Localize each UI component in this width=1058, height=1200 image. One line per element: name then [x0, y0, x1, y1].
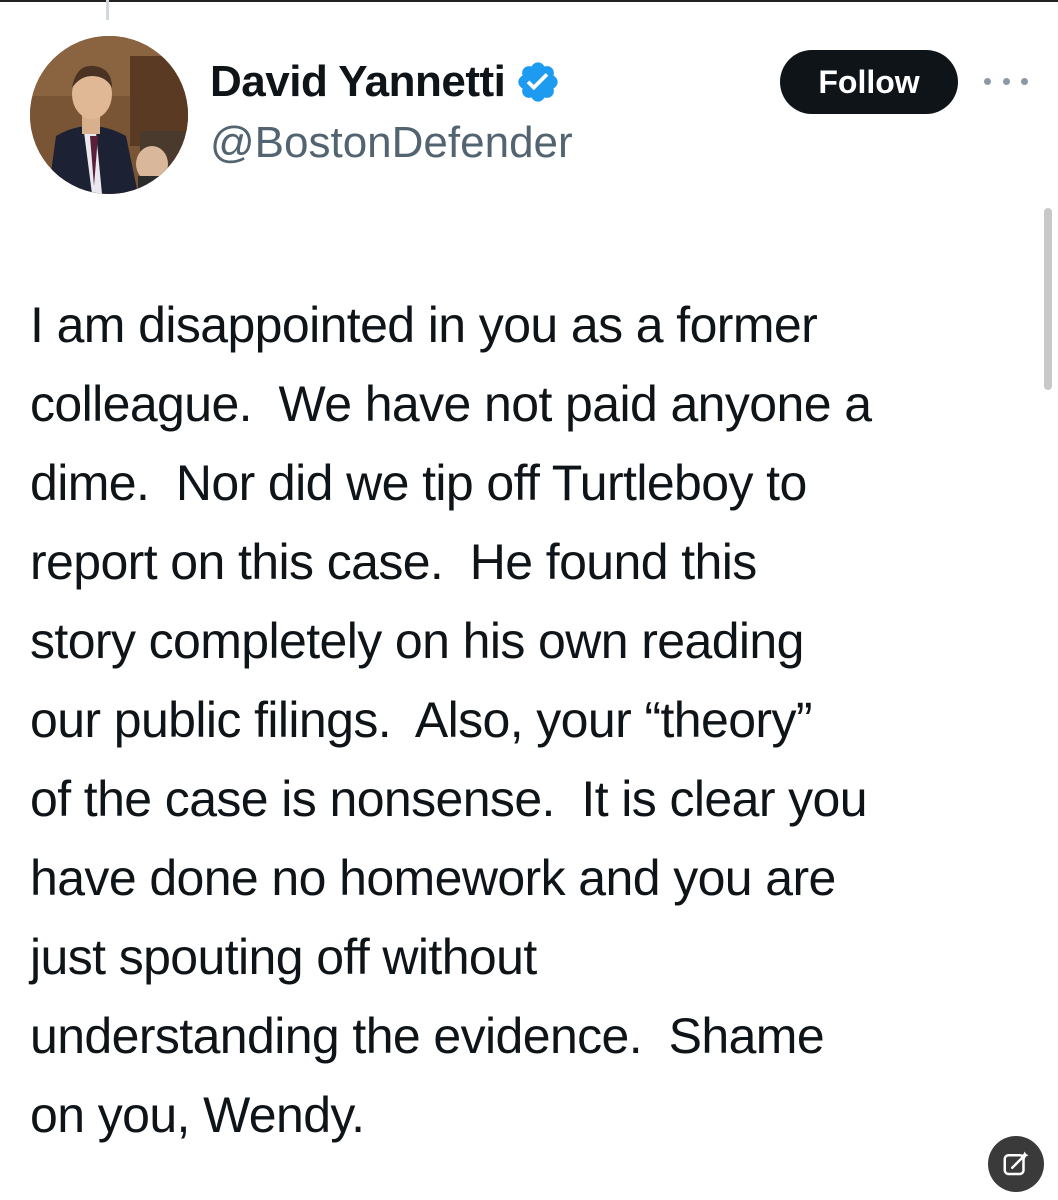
follow-button[interactable]: Follow	[780, 50, 958, 114]
verified-badge-icon[interactable]	[515, 59, 561, 105]
scrollbar-thumb[interactable]	[1044, 208, 1052, 390]
author-display-name[interactable]: David Yannetti	[210, 57, 506, 107]
tweet-text: I am disappointed in you as a former col…	[30, 297, 872, 1143]
more-dot	[1002, 77, 1010, 85]
more-options-icon[interactable]	[984, 66, 1028, 96]
thread-connector-line	[106, 0, 109, 20]
author-handle[interactable]: @BostonDefender	[210, 118, 573, 168]
more-dot	[984, 77, 991, 85]
top-divider	[0, 0, 1058, 2]
edit-sparkle-icon	[1003, 1151, 1029, 1176]
grok-edit-icon[interactable]	[988, 1136, 1044, 1192]
avatar-photo-icon	[30, 36, 188, 194]
avatar[interactable]	[30, 36, 188, 194]
author-name-row: David Yannetti	[210, 54, 561, 110]
more-dot	[1021, 77, 1028, 85]
